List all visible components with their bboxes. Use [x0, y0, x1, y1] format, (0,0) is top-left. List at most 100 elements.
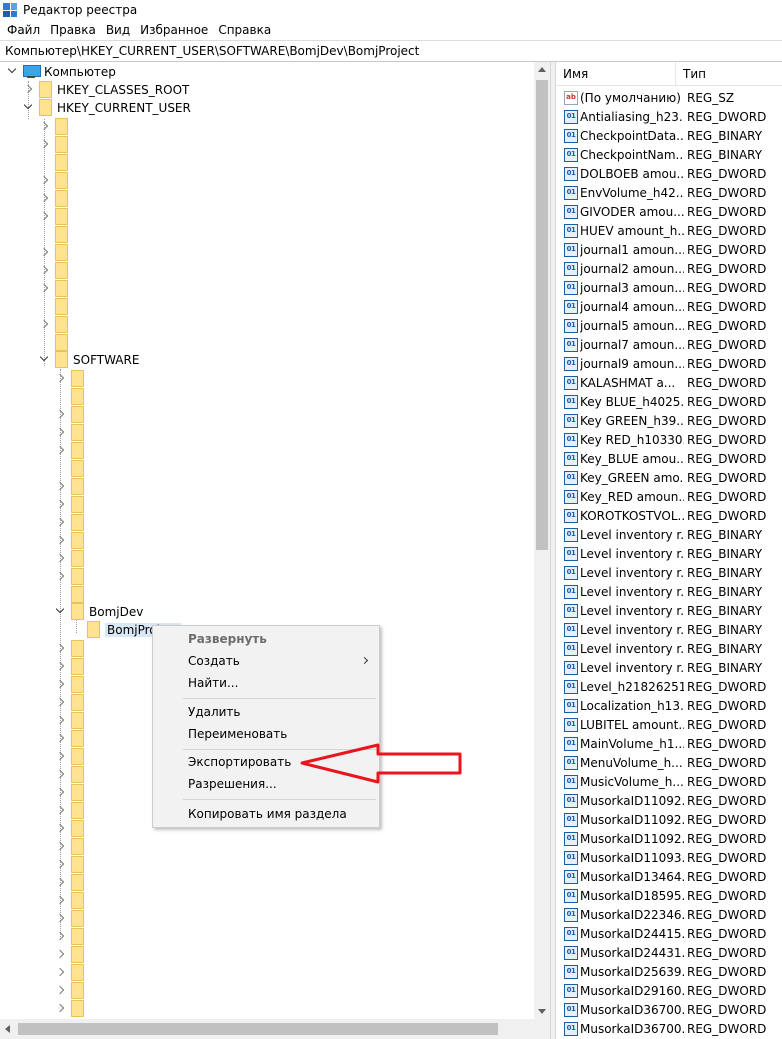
tree-node[interactable] [40, 207, 73, 226]
tree-node[interactable] [40, 171, 73, 190]
menu-edit[interactable]: Правка [45, 23, 101, 37]
expand-chevron-icon[interactable] [56, 567, 66, 586]
collapse-chevron-icon[interactable] [40, 350, 50, 369]
column-header-type[interactable]: Тип [676, 62, 782, 85]
value-row[interactable]: 01 Level_h218262515 REG_DWORD [556, 677, 782, 696]
tree-node[interactable] [56, 657, 89, 676]
expand-chevron-icon[interactable] [40, 315, 50, 334]
value-row[interactable]: 01 MusorkaID11093... REG_DWORD [556, 848, 782, 867]
expand-chevron-icon[interactable] [56, 855, 66, 874]
expand-chevron-icon[interactable] [56, 369, 66, 388]
expand-chevron-icon[interactable] [24, 80, 34, 99]
tree-node[interactable] [56, 819, 89, 838]
collapse-chevron-icon[interactable] [56, 602, 66, 621]
menu-item-delete[interactable]: Удалить [153, 701, 379, 723]
tree-node[interactable] [56, 981, 89, 1000]
expand-chevron-icon[interactable] [56, 927, 66, 946]
tree-node[interactable] [40, 225, 73, 244]
tree-node[interactable] [56, 549, 89, 568]
tree-node[interactable] [56, 459, 89, 478]
value-row[interactable]: 01 GIVODER amou... REG_DWORD [556, 202, 782, 221]
tree-node[interactable] [56, 837, 89, 856]
expand-chevron-icon[interactable] [40, 279, 50, 298]
tree-node[interactable] [40, 189, 73, 208]
tree-node[interactable] [56, 801, 89, 820]
collapse-chevron-icon[interactable] [8, 62, 18, 81]
expand-chevron-icon[interactable] [56, 657, 66, 676]
value-row[interactable]: 01 MusorkaID11092... REG_DWORD [556, 810, 782, 829]
menu-item-create[interactable]: Создать [153, 650, 379, 672]
value-row[interactable]: 01 Antialiasing_h23... REG_DWORD [556, 107, 782, 126]
value-row[interactable]: 01 Level inventory r... REG_BINARY [556, 582, 782, 601]
scroll-left-arrow-icon[interactable] [5, 1025, 10, 1033]
tree-node[interactable] [56, 495, 89, 514]
tree-node[interactable] [56, 855, 89, 874]
expand-chevron-icon[interactable] [56, 891, 66, 910]
expand-chevron-icon[interactable] [40, 189, 50, 208]
expand-chevron-icon[interactable] [56, 783, 66, 802]
value-row[interactable]: 01 MusorkaID11092... REG_DWORD [556, 829, 782, 848]
value-row[interactable]: 01 MusorkaID11092... REG_DWORD [556, 791, 782, 810]
scroll-up-arrow-icon[interactable] [538, 67, 546, 72]
address-bar[interactable]: Компьютер\HKEY_CURRENT_USER\SOFTWARE\Bom… [0, 40, 782, 62]
tree-node[interactable] [56, 441, 89, 460]
expand-chevron-icon[interactable] [40, 117, 50, 136]
value-row[interactable]: 01 journal1 amoun... REG_DWORD [556, 240, 782, 259]
value-row[interactable]: ab (По умолчанию) REG_SZ [556, 88, 782, 107]
tree-node[interactable] [40, 243, 73, 262]
tree-node[interactable] [56, 639, 89, 658]
value-row[interactable]: 01 MusorkaID13464... REG_DWORD [556, 867, 782, 886]
tree-node[interactable] [56, 693, 89, 712]
scrollbar-thumb[interactable] [18, 1023, 498, 1035]
expand-chevron-icon[interactable] [56, 909, 66, 928]
expand-chevron-icon[interactable] [56, 477, 66, 496]
value-row[interactable]: 01 journal4 amoun... REG_DWORD [556, 297, 782, 316]
value-row[interactable]: 01 MusorkaID24431... REG_DWORD [556, 943, 782, 962]
expand-chevron-icon[interactable] [56, 441, 66, 460]
value-row[interactable]: 01 EnvVolume_h42... REG_DWORD [556, 183, 782, 202]
menu-item-rename[interactable]: Переименовать [153, 723, 379, 745]
value-row[interactable]: 01 MusorkaID24415... REG_DWORD [556, 924, 782, 943]
tree-node[interactable] [56, 963, 89, 982]
value-row[interactable]: 01 LUBITEL amount... REG_DWORD [556, 715, 782, 734]
value-row[interactable]: 01 MainVolume_h1... REG_DWORD [556, 734, 782, 753]
tree-node[interactable] [56, 369, 89, 388]
tree-node[interactable] [56, 405, 89, 424]
expand-chevron-icon[interactable] [56, 639, 66, 658]
tree-node[interactable] [56, 387, 89, 406]
value-row[interactable]: 01 Level inventory r... REG_BINARY [556, 658, 782, 677]
value-row[interactable]: 01 Key RED_h10330... REG_DWORD [556, 430, 782, 449]
value-row[interactable]: 01 Key_BLUE amou... REG_DWORD [556, 449, 782, 468]
tree-vertical-scrollbar[interactable] [534, 62, 550, 1019]
tree-node-bomjdev[interactable]: BomjDev [56, 602, 143, 621]
expand-chevron-icon[interactable] [40, 171, 50, 190]
menu-item-find[interactable]: Найти... [153, 672, 379, 694]
expand-chevron-icon[interactable] [56, 981, 66, 1000]
expand-chevron-icon[interactable] [56, 405, 66, 424]
menu-view[interactable]: Вид [101, 23, 135, 37]
value-row[interactable]: 01 CheckpointNam... REG_BINARY [556, 145, 782, 164]
expand-chevron-icon[interactable] [56, 531, 66, 550]
value-row[interactable]: 01 journal7 amoun... REG_DWORD [556, 335, 782, 354]
value-row[interactable]: 01 Level inventory r... REG_BINARY [556, 544, 782, 563]
expand-chevron-icon[interactable] [56, 423, 66, 442]
tree-node[interactable] [56, 423, 89, 442]
tree-node-hkey-current-user[interactable]: HKEY_CURRENT_USER [24, 98, 191, 117]
tree-node[interactable] [56, 783, 89, 802]
value-row[interactable]: 01 MusorkaID25639... REG_DWORD [556, 962, 782, 981]
tree-node[interactable] [40, 117, 73, 136]
value-row[interactable]: 01 Localization_h13... REG_DWORD [556, 696, 782, 715]
tree-node[interactable] [40, 153, 73, 172]
value-row[interactable]: 01 MusorkaID18595... REG_DWORD [556, 886, 782, 905]
value-row[interactable]: 01 Key_RED amoun... REG_DWORD [556, 487, 782, 506]
tree-node-hkey-classes-root[interactable]: HKEY_CLASSES_ROOT [24, 80, 189, 99]
menu-file[interactable]: Файл [2, 23, 45, 37]
value-row[interactable]: 01 MusicVolume_h... REG_DWORD [556, 772, 782, 791]
value-row[interactable]: 01 journal9 amoun... REG_DWORD [556, 354, 782, 373]
tree-node[interactable] [40, 279, 73, 298]
tree-node[interactable] [56, 927, 89, 946]
expand-chevron-icon[interactable] [56, 675, 66, 694]
scrollbar-thumb[interactable] [536, 80, 548, 550]
value-row[interactable]: 01 journal2 amoun... REG_DWORD [556, 259, 782, 278]
value-row[interactable]: 01 MusorkaID22346... REG_DWORD [556, 905, 782, 924]
